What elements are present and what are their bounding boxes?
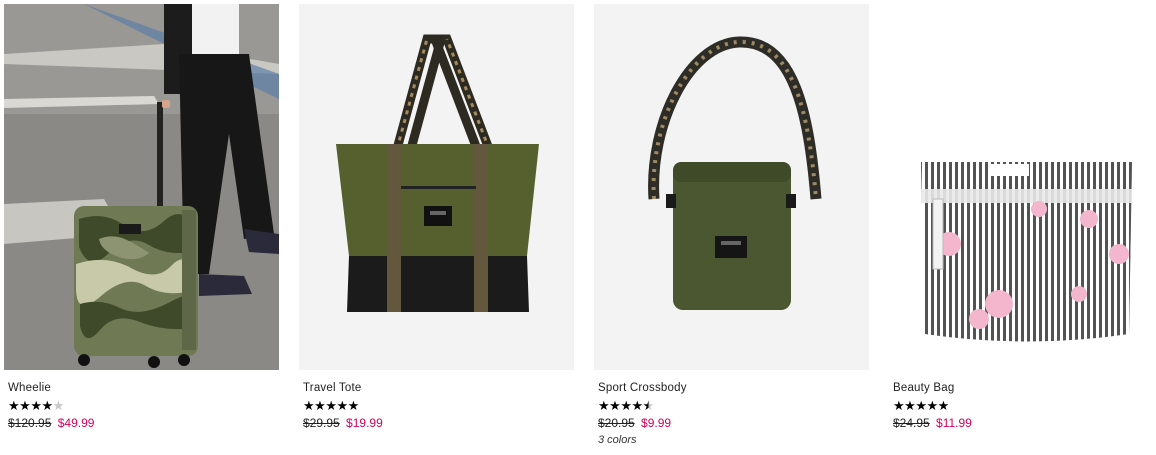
price: $20.95 $9.99 <box>598 416 869 430</box>
star-icon: ★ <box>336 399 348 414</box>
star-icon: ★ <box>41 399 53 414</box>
product-image-wheelie[interactable] <box>4 4 279 370</box>
star-icon: ★ <box>19 399 31 414</box>
star-icon: ★ <box>642 399 655 414</box>
product-name[interactable]: Travel Tote <box>303 381 574 395</box>
rating-stars: ★★★★★ <box>893 399 1156 414</box>
sale-price: $11.99 <box>936 416 972 430</box>
beauty-bag-photo <box>889 4 1156 370</box>
star-icon: ★ <box>325 399 337 414</box>
star-icon: ★ <box>347 399 360 414</box>
sale-price: $9.99 <box>641 416 672 430</box>
star-icon: ★ <box>926 399 938 414</box>
product-card-travel-tote[interactable]: Travel Tote ★★★★★ $29.95 $19.99 <box>299 4 574 430</box>
star-icon: ★ <box>631 399 643 414</box>
star-icon: ★ <box>52 399 65 414</box>
price: $24.95 $11.99 <box>893 416 1156 430</box>
star-icon: ★ <box>893 399 905 414</box>
sale-price: $19.99 <box>346 416 383 430</box>
star-icon: ★ <box>30 399 42 414</box>
product-name[interactable]: Wheelie <box>8 381 279 395</box>
star-icon: ★ <box>620 399 632 414</box>
star-icon: ★ <box>598 399 610 414</box>
star-icon: ★ <box>937 399 950 414</box>
product-grid: Wheelie ★★★★★ $120.95 $49.99 Travel Tote… <box>0 0 1156 455</box>
star-icon: ★ <box>8 399 20 414</box>
product-card-wheelie[interactable]: Wheelie ★★★★★ $120.95 $49.99 <box>4 4 279 430</box>
price: $120.95 $49.99 <box>8 416 279 430</box>
product-card-sport-crossbody[interactable]: Sport Crossbody ★★★★★ $20.95 $9.99 3 col… <box>594 4 869 447</box>
original-price: $29.95 <box>303 416 340 430</box>
product-card-beauty-bag[interactable]: Beauty Bag ★★★★★ $24.95 $11.99 <box>889 4 1156 430</box>
star-icon: ★ <box>915 399 927 414</box>
product-name[interactable]: Sport Crossbody <box>598 381 869 395</box>
price: $29.95 $19.99 <box>303 416 574 430</box>
product-image-travel-tote[interactable] <box>299 4 574 370</box>
product-image-sport-crossbody[interactable] <box>594 4 869 370</box>
product-name[interactable]: Beauty Bag <box>893 381 1156 395</box>
sale-price: $49.99 <box>57 416 95 430</box>
wheelie-photo <box>4 4 279 370</box>
rating-stars: ★★★★★ <box>303 399 574 414</box>
star-icon: ★ <box>904 399 916 414</box>
star-icon: ★ <box>609 399 621 414</box>
color-count[interactable]: 3 colors <box>598 434 869 447</box>
product-image-beauty-bag[interactable] <box>889 4 1156 370</box>
original-price: $20.95 <box>598 416 635 430</box>
rating-stars: ★★★★★ <box>8 399 279 414</box>
crossbody-photo <box>594 4 869 370</box>
star-icon: ★ <box>303 399 315 414</box>
original-price: $120.95 <box>8 416 52 430</box>
tote-photo <box>299 4 574 370</box>
rating-stars: ★★★★★ <box>598 399 869 414</box>
original-price: $24.95 <box>893 416 930 430</box>
star-icon: ★ <box>314 399 326 414</box>
